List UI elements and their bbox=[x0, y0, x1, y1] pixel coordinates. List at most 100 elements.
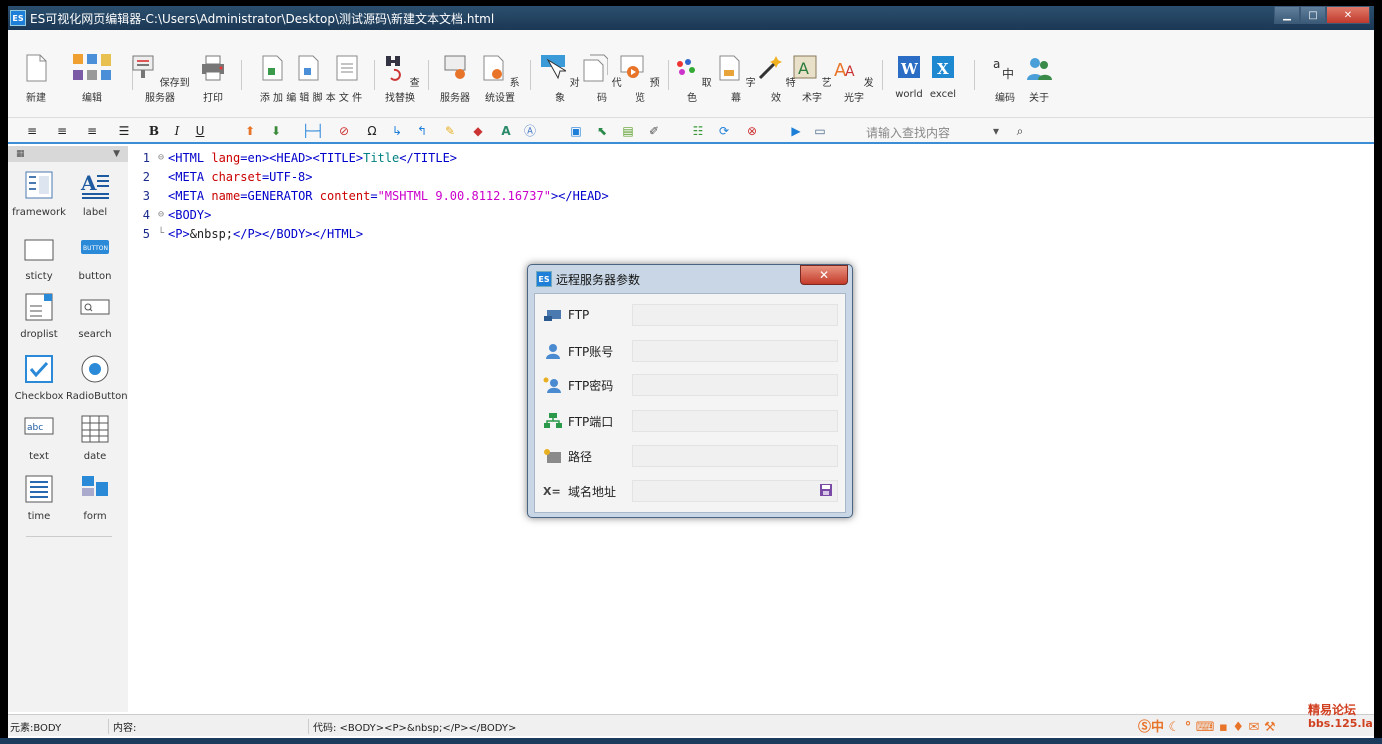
ribbon-separator bbox=[668, 60, 669, 90]
domain-input[interactable] bbox=[632, 480, 838, 502]
word-button[interactable]: W world bbox=[892, 54, 926, 100]
new-button[interactable]: 新建 bbox=[22, 54, 50, 104]
field-label: 路径 bbox=[568, 449, 593, 464]
search-input[interactable]: 请输入查找内容 bbox=[866, 124, 950, 141]
edit-label: 编辑 bbox=[82, 93, 102, 104]
align-right-icon[interactable]: ≡ bbox=[84, 123, 100, 139]
edit-doc-icon[interactable]: ✐ bbox=[646, 123, 662, 139]
component-date[interactable]: date bbox=[66, 414, 124, 462]
dialog-close-button[interactable]: ✕ bbox=[800, 265, 848, 285]
fill-color-icon[interactable]: ◆ bbox=[470, 123, 486, 139]
find-replace-icon bbox=[386, 56, 402, 81]
document-icon[interactable]: ▤ bbox=[620, 123, 636, 139]
select-icon[interactable]: ⬉ bbox=[594, 123, 610, 139]
close-button[interactable]: ✕ bbox=[1326, 6, 1370, 24]
italic-button[interactable]: I bbox=[169, 123, 185, 139]
svg-text:A: A bbox=[845, 64, 855, 80]
ribbon-separator bbox=[241, 60, 242, 90]
play-icon[interactable]: ▶ bbox=[788, 123, 804, 139]
special-char-button[interactable]: Ω bbox=[364, 123, 380, 139]
field-ftp-password: FTP密码 bbox=[535, 374, 845, 396]
ribbon-separator bbox=[974, 60, 975, 90]
component-sticky[interactable]: sticty bbox=[10, 234, 68, 282]
component-label: sticty bbox=[25, 271, 53, 282]
save-icon[interactable] bbox=[819, 483, 833, 497]
art-text-icon: A bbox=[793, 55, 817, 79]
bold-button[interactable]: B bbox=[146, 123, 162, 139]
component-checkbox[interactable]: Checkbox bbox=[10, 354, 68, 402]
highlight-icon[interactable]: ✎ bbox=[442, 123, 458, 139]
code-button[interactable]: 代码 bbox=[582, 54, 622, 104]
effects-button[interactable]: 特效 bbox=[756, 54, 796, 104]
component-search[interactable]: search bbox=[66, 292, 124, 340]
align-left-icon[interactable]: ≡ bbox=[24, 123, 40, 139]
glow-text-button[interactable]: AA 发光字 bbox=[834, 54, 874, 104]
delete-format-icon[interactable]: ⊘ bbox=[336, 123, 352, 139]
preview-button[interactable]: 预览 bbox=[620, 54, 660, 104]
color-picker-button[interactable]: 取色 bbox=[672, 54, 712, 104]
print-button[interactable]: 打印 bbox=[198, 54, 228, 104]
underline-button[interactable]: U bbox=[192, 123, 208, 139]
indent-icon[interactable]: ↳ bbox=[389, 123, 405, 139]
component-droplist[interactable]: droplist bbox=[10, 292, 68, 340]
excel-icon: X bbox=[932, 56, 954, 78]
minimize-button[interactable]: ▁ bbox=[1274, 6, 1300, 24]
ftp-password-input[interactable] bbox=[632, 374, 838, 396]
text-icon: abc bbox=[24, 417, 54, 435]
ime-icon[interactable]: Ⓢ中 ☾ ° ⌨ ▪ ♦ ✉ ⚒ bbox=[1138, 716, 1276, 735]
code-icon bbox=[583, 54, 609, 82]
move-down-icon[interactable]: ⬇ bbox=[268, 123, 284, 139]
component-time[interactable]: time bbox=[10, 474, 68, 522]
art-text-button[interactable]: A 艺术字 bbox=[792, 54, 832, 104]
path-input[interactable] bbox=[632, 445, 838, 467]
fold-marker-icon[interactable]: ⊖ bbox=[154, 152, 168, 163]
remote-server-dialog: ES 远程服务器参数 ✕ FTP FTP账号 FTP密码 FTP端口 路径 X=… bbox=[527, 264, 853, 518]
ftp-account-input[interactable] bbox=[632, 340, 838, 362]
page-icon[interactable]: ▣ bbox=[568, 123, 584, 139]
component-form[interactable]: form bbox=[66, 474, 124, 522]
component-framework[interactable]: framework bbox=[10, 170, 68, 218]
droplist-icon bbox=[25, 293, 53, 321]
about-button[interactable]: 关于 bbox=[1022, 54, 1056, 104]
maximize-button[interactable]: □ bbox=[1300, 6, 1326, 24]
sync-icon[interactable]: ⟳ bbox=[716, 123, 732, 139]
radio-icon bbox=[81, 355, 109, 383]
settings-button[interactable]: 系统设置 bbox=[478, 54, 522, 104]
ftp-host-input[interactable] bbox=[632, 304, 838, 326]
window-controls: ▁ □ ✕ bbox=[1274, 6, 1370, 24]
component-text[interactable]: abc text bbox=[10, 414, 68, 462]
subtitle-button[interactable]: 字幕 bbox=[716, 54, 756, 104]
server-button[interactable]: 服务器 bbox=[438, 54, 472, 104]
object-button[interactable]: 对象 bbox=[540, 54, 580, 104]
chevron-down-icon[interactable]: ▾ bbox=[988, 123, 1004, 139]
font-color-button[interactable]: A bbox=[498, 123, 514, 139]
outdent-icon[interactable]: ↰ bbox=[414, 123, 430, 139]
subtitle-icon bbox=[719, 55, 740, 81]
user-icon bbox=[546, 344, 560, 359]
add-script-button[interactable]: 添 加 编 辑 脚 本 文 件 bbox=[254, 54, 368, 104]
line-number: 2 bbox=[142, 169, 150, 184]
component-label: date bbox=[83, 451, 107, 462]
save-server-button[interactable]: 保存到服务器 bbox=[128, 54, 192, 104]
find-replace-button[interactable]: 查找替换 bbox=[378, 54, 422, 104]
move-up-icon[interactable]: ⬆ bbox=[242, 123, 258, 139]
fold-marker-icon[interactable]: ⊖ bbox=[154, 209, 168, 220]
status-element: 元素:BODY bbox=[10, 723, 62, 734]
align-center-icon[interactable]: ≡ bbox=[54, 123, 70, 139]
toolbar-server-icon[interactable]: ▭ bbox=[812, 123, 828, 139]
font-style-icon[interactable]: Ⓐ bbox=[522, 123, 538, 139]
database-icon[interactable]: ☷ bbox=[690, 123, 706, 139]
magnifier-icon[interactable]: ⌕ bbox=[1012, 123, 1028, 139]
edit-group[interactable]: 编辑 bbox=[60, 54, 124, 104]
component-button[interactable]: BUTTON button bbox=[66, 234, 124, 282]
excel-button[interactable]: X excel bbox=[926, 54, 960, 100]
justify-icon[interactable]: ☰ bbox=[116, 123, 132, 139]
horizontal-rule-icon[interactable]: ├─┤ bbox=[300, 123, 326, 139]
ftp-port-input[interactable] bbox=[632, 410, 838, 432]
panel-collapse-icon[interactable]: ▼ bbox=[113, 149, 120, 159]
component-label-tool[interactable]: A label bbox=[66, 170, 124, 218]
remove-icon[interactable]: ⊗ bbox=[744, 123, 760, 139]
component-radio[interactable]: RadioButton bbox=[66, 354, 128, 402]
encoding-button[interactable]: a中 编码 bbox=[988, 54, 1022, 104]
svg-text:a: a bbox=[993, 57, 1000, 71]
